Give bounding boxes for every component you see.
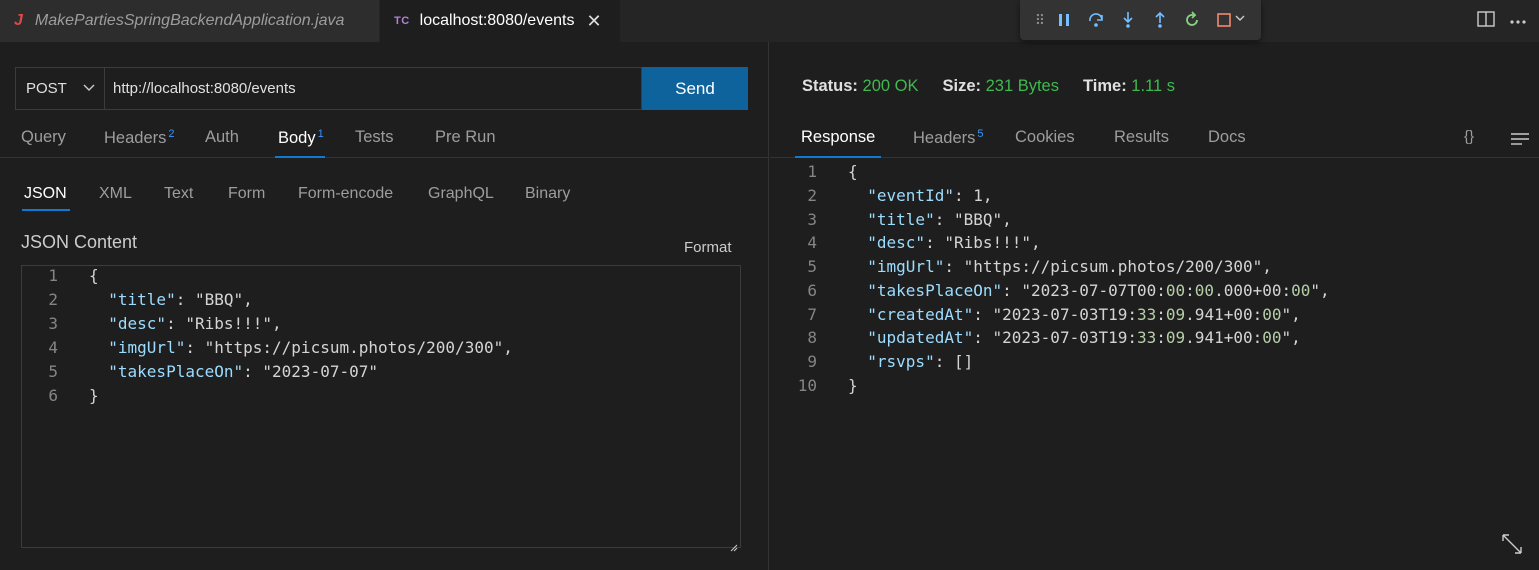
url-bar: POST http://localhost:8080/events Send [15, 67, 748, 110]
tab-pre-run[interactable]: Pre Run [435, 128, 496, 147]
code-line: 4 "desc": "Ribs!!!", [807, 233, 1041, 252]
method-select[interactable]: POST [15, 67, 105, 110]
wrap-icon[interactable] [1510, 132, 1530, 151]
tab-thunder-client[interactable]: TC localhost:8080/events ✕ [380, 0, 620, 42]
code-line: 4 "imgUrl": "https://picsum.photos/200/3… [48, 338, 513, 357]
split-editor-icon[interactable] [1477, 10, 1495, 32]
code-line: 5 "takesPlaceOn": "2023-07-07" [48, 362, 378, 381]
body-type-form[interactable]: Form [228, 185, 265, 203]
size-readout: Size: 231 Bytes [942, 77, 1059, 95]
size-value: 231 Bytes [985, 77, 1059, 95]
request-tabs: Query Headers 2 Auth Body 1 Tests Pre Run [0, 118, 768, 158]
grip-icon[interactable]: ⠿ [1032, 10, 1048, 30]
resize-handle-icon[interactable] [730, 537, 738, 552]
time-readout: Time: 1.11 s [1082, 77, 1176, 95]
editor-tab-bar: J MakePartiesSpringBackendApplication.ja… [0, 0, 1539, 42]
code-line: 7 "createdAt": "2023-07-03T19:33:09.941+… [807, 305, 1301, 324]
headers-count-badge: 5 [977, 128, 984, 140]
body-type-json[interactable]: JSON [24, 185, 67, 203]
debug-toolbar: ⠿ [1020, 0, 1261, 40]
body-count-badge: 1 [317, 128, 324, 140]
code-line: 1{ [807, 162, 858, 181]
pause-icon[interactable] [1048, 6, 1080, 34]
tab-body[interactable]: Body 1 [278, 128, 324, 148]
java-file-icon: J [14, 12, 23, 29]
tab-java-file[interactable]: J MakePartiesSpringBackendApplication.ja… [0, 0, 380, 42]
chevron-down-icon [82, 80, 96, 98]
request-body-editor[interactable]: 1{ 2 "title": "BBQ", 3 "desc": "Ribs!!!"… [21, 265, 741, 552]
code-line: 6} [48, 386, 99, 405]
response-panel: Status: 200 OK Size: 231 Bytes Time: 1.1… [770, 42, 1539, 570]
restart-icon[interactable] [1176, 6, 1208, 34]
tab-docs[interactable]: Docs [1208, 128, 1246, 147]
body-type-tabs: JSON XML Text Form Form-encode GraphQL B… [0, 182, 768, 212]
status-value: 200 OK [862, 77, 919, 95]
code-line: 8 "updatedAt": "2023-07-03T19:33:09.941+… [807, 328, 1301, 347]
tab-cookies[interactable]: Cookies [1015, 128, 1075, 147]
body-type-form-encode[interactable]: Form-encode [298, 185, 393, 203]
response-tabs: Response Headers 5 Cookies Results Docs {… [770, 118, 1539, 158]
request-panel: POST http://localhost:8080/events Send Q… [0, 42, 769, 570]
thunder-client-icon: TC [394, 15, 410, 27]
code-line: 3 "desc": "Ribs!!!", [48, 314, 282, 333]
code-line: 3 "title": "BBQ", [807, 210, 1012, 229]
tab-response-headers[interactable]: Headers 5 [913, 128, 984, 148]
tab-headers[interactable]: Headers 2 [104, 128, 175, 148]
chevron-down-icon[interactable] [1234, 11, 1246, 29]
tab-results[interactable]: Results [1114, 128, 1169, 147]
url-input[interactable]: http://localhost:8080/events [105, 67, 642, 110]
json-content-title: JSON Content [21, 232, 138, 252]
step-into-icon[interactable] [1112, 6, 1144, 34]
status-readout: Status: 200 OK [802, 77, 919, 95]
braces-toggle-icon[interactable]: {} [1464, 128, 1474, 145]
headers-count-badge: 2 [168, 128, 175, 140]
response-body-viewer: 1{ 2 "eventId": 1, 3 "title": "BBQ", 4 "… [770, 160, 1539, 410]
time-value: 1.11 s [1131, 77, 1176, 95]
response-status-bar: Status: 200 OK Size: 231 Bytes Time: 1.1… [802, 77, 1175, 96]
code-line: 6 "takesPlaceOn": "2023-07-07T00:00:00.0… [807, 281, 1330, 300]
tab-label: MakePartiesSpringBackendApplication.java [34, 12, 345, 29]
active-tab-indicator [275, 156, 325, 158]
format-button[interactable]: Format [684, 239, 732, 256]
code-line: 2 "eventId": 1, [807, 186, 993, 205]
close-icon[interactable]: ✕ [586, 11, 601, 32]
tab-query[interactable]: Query [21, 128, 66, 147]
code-line: 1{ [48, 266, 99, 285]
code-line: 10} [797, 376, 858, 395]
code-line: 2 "title": "BBQ", [48, 290, 253, 309]
expand-icon[interactable] [1501, 533, 1523, 560]
body-type-xml[interactable]: XML [99, 185, 132, 203]
tab-response[interactable]: Response [801, 128, 875, 147]
step-over-icon[interactable] [1080, 6, 1112, 34]
active-tab-indicator [795, 156, 881, 158]
more-icon[interactable] [1509, 12, 1527, 30]
body-type-text[interactable]: Text [164, 185, 193, 203]
tab-label: localhost:8080/events [419, 12, 575, 29]
code-line: 5 "imgUrl": "https://picsum.photos/200/3… [807, 257, 1272, 276]
send-button[interactable]: Send [642, 67, 748, 110]
tab-auth[interactable]: Auth [205, 128, 239, 147]
body-type-binary[interactable]: Binary [525, 185, 570, 203]
tab-tests[interactable]: Tests [355, 128, 394, 147]
active-body-type-indicator [22, 209, 70, 211]
method-value: POST [26, 80, 67, 97]
body-type-graphql[interactable]: GraphQL [428, 185, 494, 203]
step-out-icon[interactable] [1144, 6, 1176, 34]
code-line: 9 "rsvps": [] [807, 352, 974, 371]
